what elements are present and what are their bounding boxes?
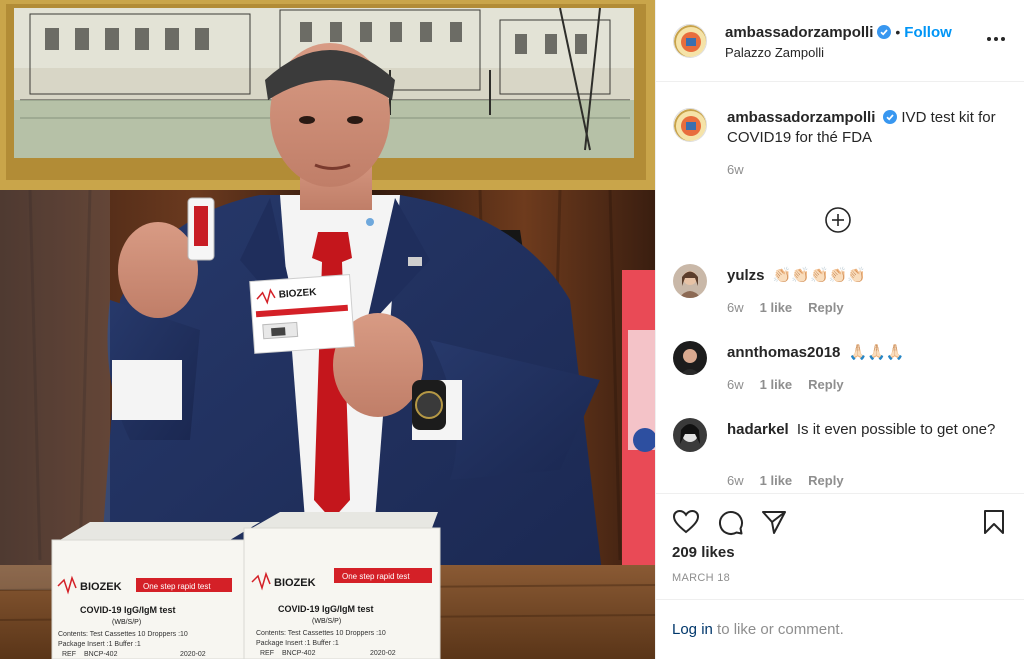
load-more-comments-icon[interactable] xyxy=(824,206,852,234)
login-prompt: Log in to like or comment. xyxy=(672,621,844,638)
likes-count[interactable]: 209 likes xyxy=(672,544,735,561)
comment-time[interactable]: 6w xyxy=(727,300,744,315)
box1-contents: Contents: Test Cassettes 10 Droppers :10 xyxy=(58,631,188,638)
box2-date: 2020-02 xyxy=(370,650,396,657)
box2-contents: Contents: Test Cassettes 10 Droppers :10 xyxy=(256,630,386,637)
comment-meta: 6w 1 like Reply xyxy=(727,473,860,488)
box2-ref: REF xyxy=(260,650,274,657)
caption-author[interactable]: ambassadorzampolli xyxy=(727,109,875,126)
box1-tagline: One step rapid test xyxy=(143,582,211,591)
comment-text-block: annthomas2018 🙏🏻🙏🏻🙏🏻 xyxy=(727,343,1017,363)
kit-box-left: BIOZEK One step rapid test COVID-19 IgG/… xyxy=(51,522,260,659)
box1-contents2: Package Insert :1 Buffer :1 xyxy=(58,641,141,648)
caption: ambassadorzampolli IVD test kit for COVID… xyxy=(672,108,1012,178)
post-actions: 209 likes MARCH 18 xyxy=(656,493,1024,599)
commenter-avatar[interactable] xyxy=(673,264,707,298)
comment-text: 👏🏻👏🏻👏🏻👏🏻👏🏻 xyxy=(772,267,867,284)
box1-ref: REF xyxy=(62,651,76,658)
comment-time[interactable]: 6w xyxy=(727,377,744,392)
photo-canvas: BIOZEK BIOZEK One step rapid test COVID-… xyxy=(0,0,655,659)
login-prompt-text: to like or comment. xyxy=(712,621,844,638)
post-date[interactable]: MARCH 18 xyxy=(672,572,730,584)
comment-likes[interactable]: 1 like xyxy=(760,377,793,392)
heart-icon[interactable] xyxy=(672,508,700,536)
comment-text-block: yulzs 👏🏻👏🏻👏🏻👏🏻👏🏻 xyxy=(727,266,1017,286)
reply-button[interactable]: Reply xyxy=(808,377,843,392)
box2-ref-code: BNCP-402 xyxy=(282,650,316,657)
comment-item: yulzs 👏🏻👏🏻👏🏻👏🏻👏🏻 6w 1 like Reply xyxy=(672,264,1012,320)
reply-button[interactable]: Reply xyxy=(808,473,843,488)
kit-box-right: BIOZEK One step rapid test COVID-19 IgG/… xyxy=(243,512,441,659)
comment-item: annthomas2018 🙏🏻🙏🏻🙏🏻 6w 1 like Reply xyxy=(672,341,1012,397)
header-title-row: ambassadorzampolli • Follow xyxy=(725,24,952,42)
comment-text: 🙏🏻🙏🏻🙏🏻 xyxy=(848,344,905,361)
post-photo[interactable]: BIOZEK BIOZEK One step rapid test COVID-… xyxy=(0,0,655,659)
box2-brand: BIOZEK xyxy=(274,577,316,589)
caption-meta: 6w xyxy=(727,162,760,177)
login-link[interactable]: Log in xyxy=(672,621,713,638)
user-photo-icon xyxy=(673,264,707,298)
box1-ref-code: BNCP-402 xyxy=(84,651,118,658)
post-header: ambassadorzampolli • Follow Palazzo Zampol… xyxy=(656,0,1024,82)
separator-dot: • xyxy=(895,24,901,40)
user-photo-icon xyxy=(673,341,707,375)
comment-item: hadarkel Is it even possible to get one?… xyxy=(672,418,1012,490)
comment-meta: 6w 1 like Reply xyxy=(727,377,860,392)
box2-tagline: One step rapid test xyxy=(342,572,410,581)
comment-meta: 6w 1 like Reply xyxy=(727,300,860,315)
box2-contents2: Package Insert :1 Buffer :1 xyxy=(256,640,339,647)
commenter-avatar[interactable] xyxy=(673,341,707,375)
box1-brand: BIOZEK xyxy=(80,581,122,593)
comment-author[interactable]: annthomas2018 xyxy=(727,344,840,361)
post-location[interactable]: Palazzo Zampolli xyxy=(725,45,824,60)
follow-button[interactable]: Follow xyxy=(904,24,952,41)
bookmark-icon[interactable] xyxy=(980,508,1008,536)
share-icon[interactable] xyxy=(760,508,788,536)
verified-badge-icon xyxy=(883,110,898,124)
author-name[interactable]: ambassadorzampolli xyxy=(725,24,873,41)
caption-text-block: ambassadorzampolli IVD test kit for COVID… xyxy=(727,108,1017,148)
comment-likes[interactable]: 1 like xyxy=(760,473,793,488)
box1-specimen: (WB/S/P) xyxy=(112,619,141,626)
box2-specimen: (WB/S/P) xyxy=(312,618,341,625)
author-avatar[interactable] xyxy=(673,24,707,58)
comment-author[interactable]: yulzs xyxy=(727,267,765,284)
seal-icon xyxy=(674,25,706,57)
commenter-avatar[interactable] xyxy=(673,418,707,452)
login-footer: Log in to like or comment. xyxy=(656,599,1024,659)
verified-badge-icon xyxy=(877,25,892,39)
comment-likes[interactable]: 1 like xyxy=(760,300,793,315)
comment-icon[interactable] xyxy=(716,508,744,536)
reply-button[interactable]: Reply xyxy=(808,300,843,315)
comment-author[interactable]: hadarkel xyxy=(727,421,789,438)
box1-date: 2020-02 xyxy=(180,651,206,658)
seal-icon xyxy=(674,109,706,141)
comment-text-block: hadarkel Is it even possible to get one? xyxy=(727,420,1017,440)
post-side-panel: ambassadorzampolli • Follow Palazzo Zampol… xyxy=(655,0,1024,659)
box2-product: COVID-19 IgG/IgM test xyxy=(278,604,374,614)
comment-text: Is it even possible to get one? xyxy=(796,421,996,438)
caption-avatar[interactable] xyxy=(673,108,707,142)
comment-time[interactable]: 6w xyxy=(727,473,744,488)
box1-product: COVID-19 IgG/IgM test xyxy=(80,605,176,615)
more-options-icon[interactable] xyxy=(985,28,1007,50)
caption-time[interactable]: 6w xyxy=(727,162,744,177)
user-photo-icon xyxy=(673,418,707,452)
